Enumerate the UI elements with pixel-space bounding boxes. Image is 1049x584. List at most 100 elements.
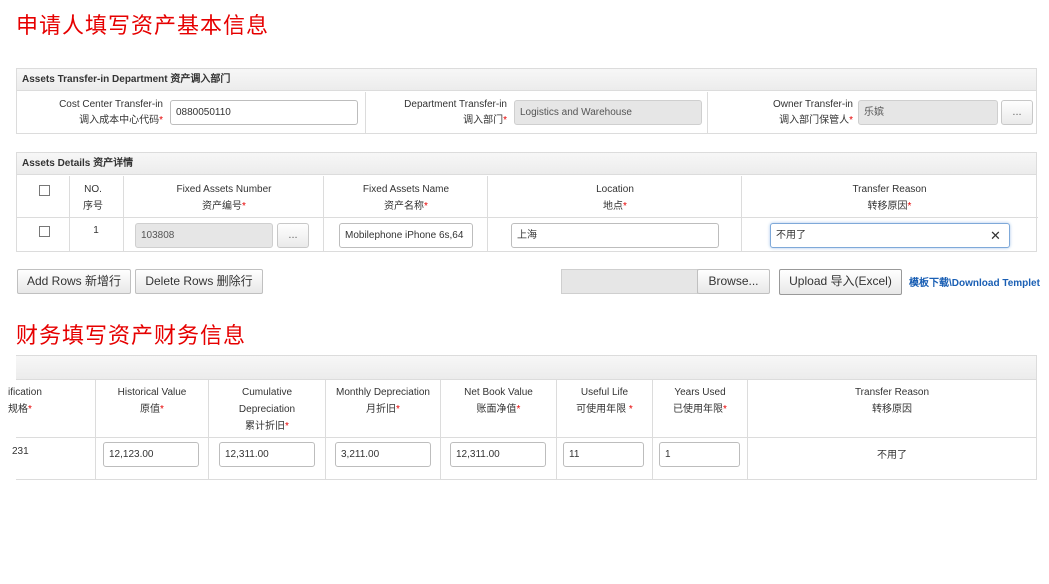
owner-label-en: Owner Transfer-in [772, 99, 853, 110]
col-years-used: Years Used 已使用年限* [653, 384, 747, 418]
col-divider [652, 380, 653, 480]
col-mon-en: Monthly Depreciation [336, 387, 430, 398]
col-no: NO. 序号 [65, 181, 121, 215]
cost-center-label: Cost Center Transfer-in 调入成本中心代码* [17, 97, 163, 129]
cost-center-label-cn: 调入成本中心代码 [79, 115, 160, 126]
owner-input[interactable]: 乐嫔 [858, 100, 998, 125]
browse-button[interactable]: Browse... [697, 269, 770, 294]
col-fan-cn: 资产编号 [202, 201, 243, 212]
asset-number-input[interactable]: 103808 [135, 223, 273, 248]
col-fixed-assets-name: Fixed Assets Name 资产名称* [324, 181, 488, 215]
asset-number-lookup-button[interactable]: ... [277, 223, 309, 248]
section2-title: 财务填写资产财务信息 [16, 324, 247, 349]
col-fan-en: Fixed Assets Number [176, 184, 272, 195]
useful-life-input[interactable]: 11 [563, 442, 644, 467]
panel-header [16, 356, 1036, 380]
divider [707, 92, 708, 134]
cumulative-depreciation-input[interactable]: 12,311.00 [219, 442, 315, 467]
col-divider [556, 380, 557, 480]
col-location: Location 地点* [488, 181, 742, 215]
col-loc-en: Location [596, 184, 634, 195]
col-historical-value: Historical Value 原值* [96, 384, 208, 418]
col-nbv-cn: 账面净值 [476, 404, 517, 415]
department-label-en: Department Transfer-in [404, 99, 507, 110]
col-useful-life: Useful Life 可使用年限 * [557, 384, 652, 418]
col-no-en: NO. [84, 184, 102, 195]
cost-center-label-en: Cost Center Transfer-in [59, 99, 163, 110]
col-divider [95, 380, 96, 480]
col-specification: ification 规格* [8, 384, 58, 418]
col-freason-cn: 转移原因 [872, 404, 912, 415]
col-fixed-assets-number: Fixed Assets Number 资产编号* [125, 181, 323, 215]
col-cumulative-depreciation: Cumulative Depreciation 累计折旧* [209, 384, 325, 435]
col-finance-transfer-reason: Transfer Reason 转移原因 [748, 384, 1036, 418]
row-divider [16, 437, 1037, 438]
location-input[interactable]: 上海 [511, 223, 719, 248]
col-name-en: Fixed Assets Name [362, 184, 450, 195]
col-cum-en1: Cumulative [241, 387, 293, 398]
department-label-cn: 调入部门 [463, 115, 504, 126]
col-spec-en: ification [8, 387, 42, 398]
col-loc-cn: 地点 [603, 201, 624, 212]
col-net-book-value: Net Book Value 账面净值* [441, 384, 556, 418]
col-hist-cn: 原值 [140, 404, 161, 415]
col-hist-en: Historical Value [117, 387, 187, 398]
col-divider [69, 176, 70, 252]
col-divider [747, 380, 748, 480]
col-name-cn: 资产名称 [384, 201, 425, 212]
row-divider [17, 217, 1038, 218]
transfer-in-department-panel: Assets Transfer-in Department 资产调入部门 Cos… [16, 68, 1037, 134]
col-divider [440, 380, 441, 480]
col-monthly-depreciation: Monthly Depreciation 月折旧* [326, 384, 440, 418]
col-life-en: Useful Life [580, 387, 629, 398]
department-input[interactable]: Logistics and Warehouse [514, 100, 702, 125]
historical-value-input[interactable]: 12,123.00 [103, 442, 199, 467]
col-divider [741, 176, 742, 252]
owner-lookup-button[interactable]: ... [1001, 100, 1033, 125]
delete-rows-button[interactable]: Delete Rows 删除行 [135, 269, 263, 294]
col-nbv-en: Net Book Value [464, 387, 533, 398]
col-reason-cn: 转移原因 [867, 201, 908, 212]
col-transfer-reason: Transfer Reason 转移原因* [742, 181, 1037, 215]
file-path-input[interactable] [561, 269, 698, 294]
owner-label: Owner Transfer-in 调入部门保管人* [709, 97, 853, 129]
col-freason-en: Transfer Reason [854, 387, 930, 398]
finance-panel: ification 规格* Historical Value 原值* Cumul… [8, 355, 1037, 480]
panel-header: Assets Details 资产详情 [17, 153, 1036, 175]
col-spec-cn: 规格 [8, 404, 28, 415]
years-used-input[interactable]: 1 [659, 442, 740, 467]
col-divider [325, 380, 326, 480]
select-all-checkbox[interactable] [39, 185, 50, 196]
col-used-en: Years Used [674, 387, 726, 398]
assets-details-panel: Assets Details 资产详情 NO. 序号 Fixed Assets … [16, 152, 1038, 252]
row-number: 1 [93, 225, 99, 236]
divider [365, 92, 366, 134]
col-cum-en2: Depreciation [238, 404, 296, 415]
col-used-cn: 已使用年限 [673, 404, 724, 415]
owner-label-cn: 调入部门保管人 [779, 115, 850, 126]
row-checkbox[interactable] [39, 226, 50, 237]
specification-value: 231 [12, 446, 29, 457]
col-divider [323, 176, 324, 252]
transfer-reason-input[interactable]: 不用了 [770, 223, 1010, 248]
department-label: Department Transfer-in 调入部门* [367, 97, 507, 129]
cost-center-input[interactable]: 0880050110 [170, 100, 358, 125]
panel-header: Assets Transfer-in Department 资产调入部门 [17, 69, 1036, 91]
col-mon-cn: 月折旧 [366, 404, 397, 415]
clear-icon[interactable]: ✕ [990, 228, 1001, 244]
add-rows-button[interactable]: Add Rows 新增行 [17, 269, 131, 294]
net-book-value-input[interactable]: 12,311.00 [450, 442, 546, 467]
finance-transfer-reason-value: 不用了 [877, 450, 907, 461]
col-reason-en: Transfer Reason [852, 184, 927, 195]
section1-title: 申请人填写资产基本信息 [16, 14, 270, 39]
asset-name-input[interactable]: Mobilephone iPhone 6s,64 [339, 223, 473, 248]
download-template-link[interactable]: 模板下载\Download Templet [909, 274, 1040, 289]
col-divider [487, 176, 488, 252]
col-divider [123, 176, 124, 252]
col-no-cn: 序号 [83, 201, 103, 212]
col-cum-cn: 累计折旧 [245, 421, 286, 432]
upload-excel-button[interactable]: Upload 导入(Excel) [779, 269, 902, 295]
col-life-cn: 可使用年限 [576, 404, 627, 415]
col-divider [208, 380, 209, 480]
monthly-depreciation-input[interactable]: 3,211.00 [335, 442, 431, 467]
